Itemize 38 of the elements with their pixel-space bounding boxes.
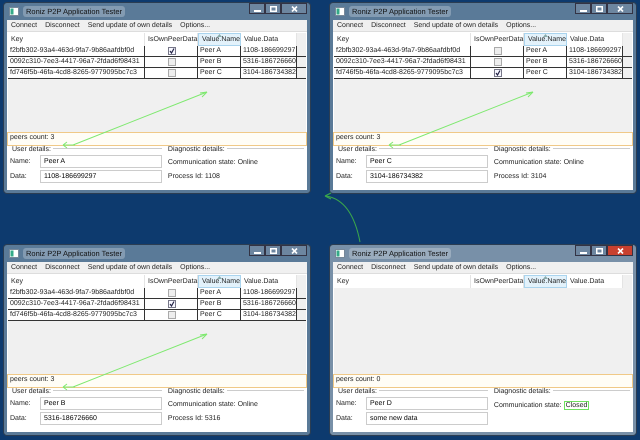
close-button[interactable]: [607, 3, 633, 14]
sort-arrow-icon: [543, 34, 548, 37]
checkbox[interactable]: [494, 69, 502, 77]
maximize-icon: [270, 6, 276, 12]
maximize-button[interactable]: [591, 245, 607, 256]
close-button[interactable]: [281, 3, 307, 14]
maximize-button[interactable]: [591, 3, 607, 14]
checkbox[interactable]: [494, 47, 502, 55]
maximize-button[interactable]: [265, 245, 281, 256]
sort-arrow-icon: [217, 276, 222, 279]
close-icon: [616, 6, 624, 12]
minimize-button[interactable]: [575, 245, 591, 256]
app-icon: [9, 249, 19, 258]
checkbox[interactable]: [168, 300, 176, 308]
maximize-icon: [270, 248, 276, 254]
sort-arrow-icon: [543, 276, 548, 279]
close-icon: [290, 6, 298, 12]
minimize-button[interactable]: [249, 3, 265, 14]
app-icon: [9, 7, 19, 16]
minimize-button[interactable]: [575, 3, 591, 14]
checkbox[interactable]: [494, 58, 502, 66]
curved-arrow: [324, 192, 360, 242]
sort-arrow-icon: [217, 34, 222, 37]
maximize-icon: [596, 6, 602, 12]
close-icon: [290, 248, 298, 254]
maximize-button[interactable]: [265, 3, 281, 14]
minimize-button[interactable]: [249, 245, 265, 256]
checkbox[interactable]: [168, 69, 176, 77]
maximize-icon: [596, 248, 602, 254]
checkbox[interactable]: [168, 58, 176, 66]
close-icon: [616, 248, 624, 254]
checkbox[interactable]: [168, 47, 176, 55]
app-icon: [335, 7, 345, 16]
close-button[interactable]: [281, 245, 307, 256]
close-button[interactable]: [607, 245, 633, 256]
checkbox[interactable]: [168, 289, 176, 297]
checkbox[interactable]: [168, 311, 176, 319]
app-icon: [335, 249, 345, 258]
